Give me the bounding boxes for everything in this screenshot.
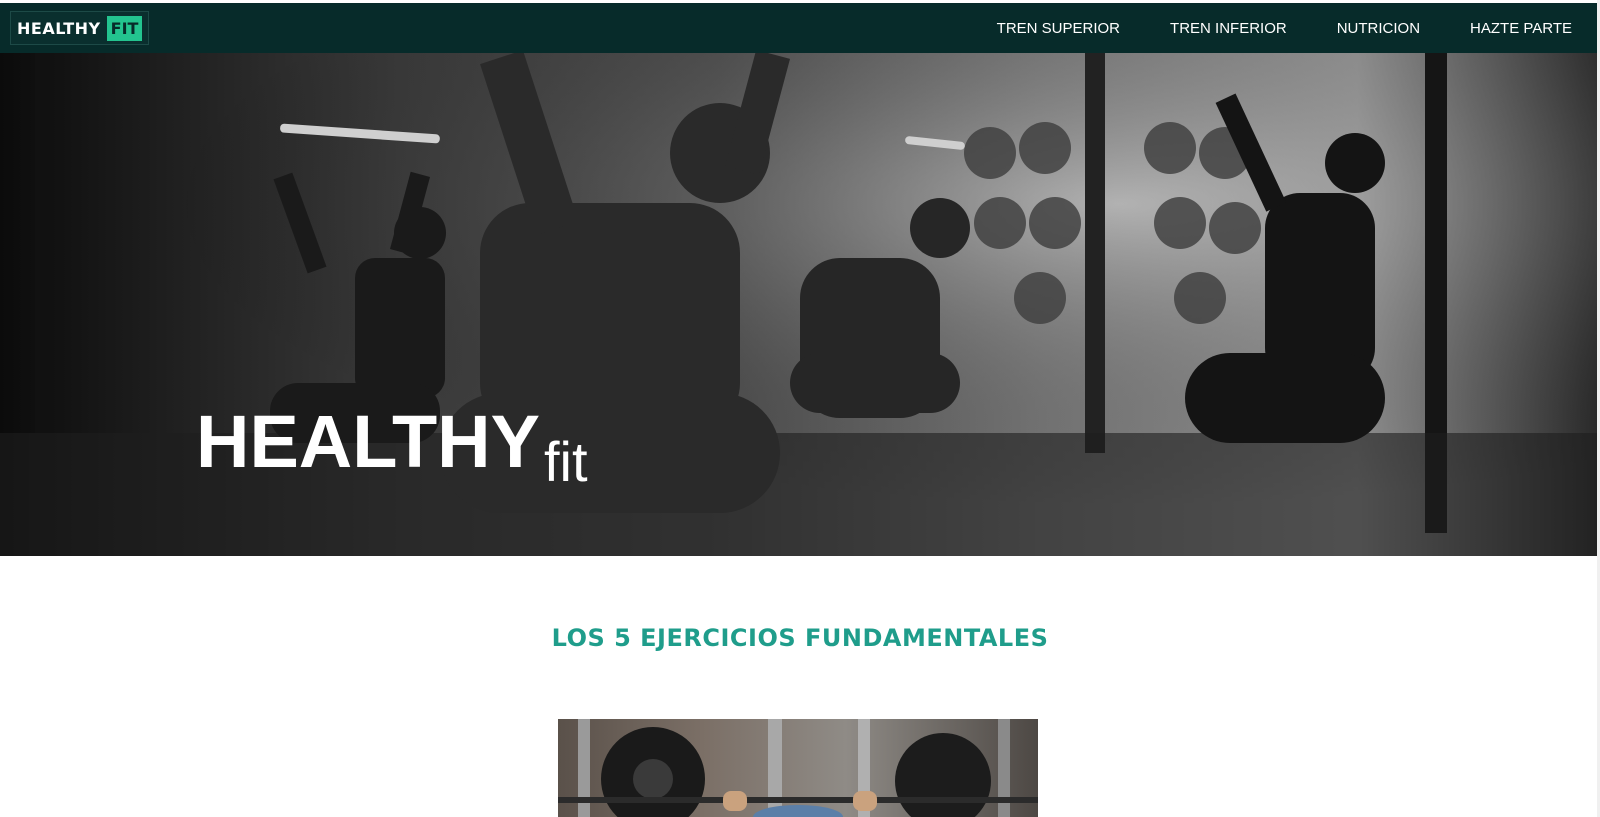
main-nav: TREN SUPERIOR TREN INFERIOR NUTRICION HA…: [997, 3, 1572, 53]
hero-banner: HEALTHYfit: [0, 53, 1597, 556]
hero-title: HEALTHYfit: [196, 405, 588, 490]
site-logo[interactable]: HEALTHY FIT: [10, 11, 150, 45]
exercise-photo-graphic: [558, 719, 1038, 817]
section-title: LOS 5 EJERCICIOS FUNDAMENTALES: [551, 624, 1049, 652]
hero-title-sub: fit: [543, 430, 588, 493]
nav-link-tren-inferior[interactable]: TREN INFERIOR: [1170, 20, 1287, 37]
nav-link-tren-superior[interactable]: TREN SUPERIOR: [997, 20, 1120, 37]
logo-text-healthy: HEALTHY: [17, 18, 101, 38]
nav-link-hazte-parte[interactable]: HAZTE PARTE: [1470, 20, 1572, 37]
nav-link-nutricion[interactable]: NUTRICION: [1337, 20, 1420, 37]
top-navbar: HEALTHY FIT TREN SUPERIOR TREN INFERIOR …: [0, 3, 1598, 53]
hero-title-main: HEALTHY: [196, 400, 540, 483]
logo-text-fit: FIT: [106, 15, 143, 41]
exercise-photo-bench-press: [558, 719, 1038, 817]
